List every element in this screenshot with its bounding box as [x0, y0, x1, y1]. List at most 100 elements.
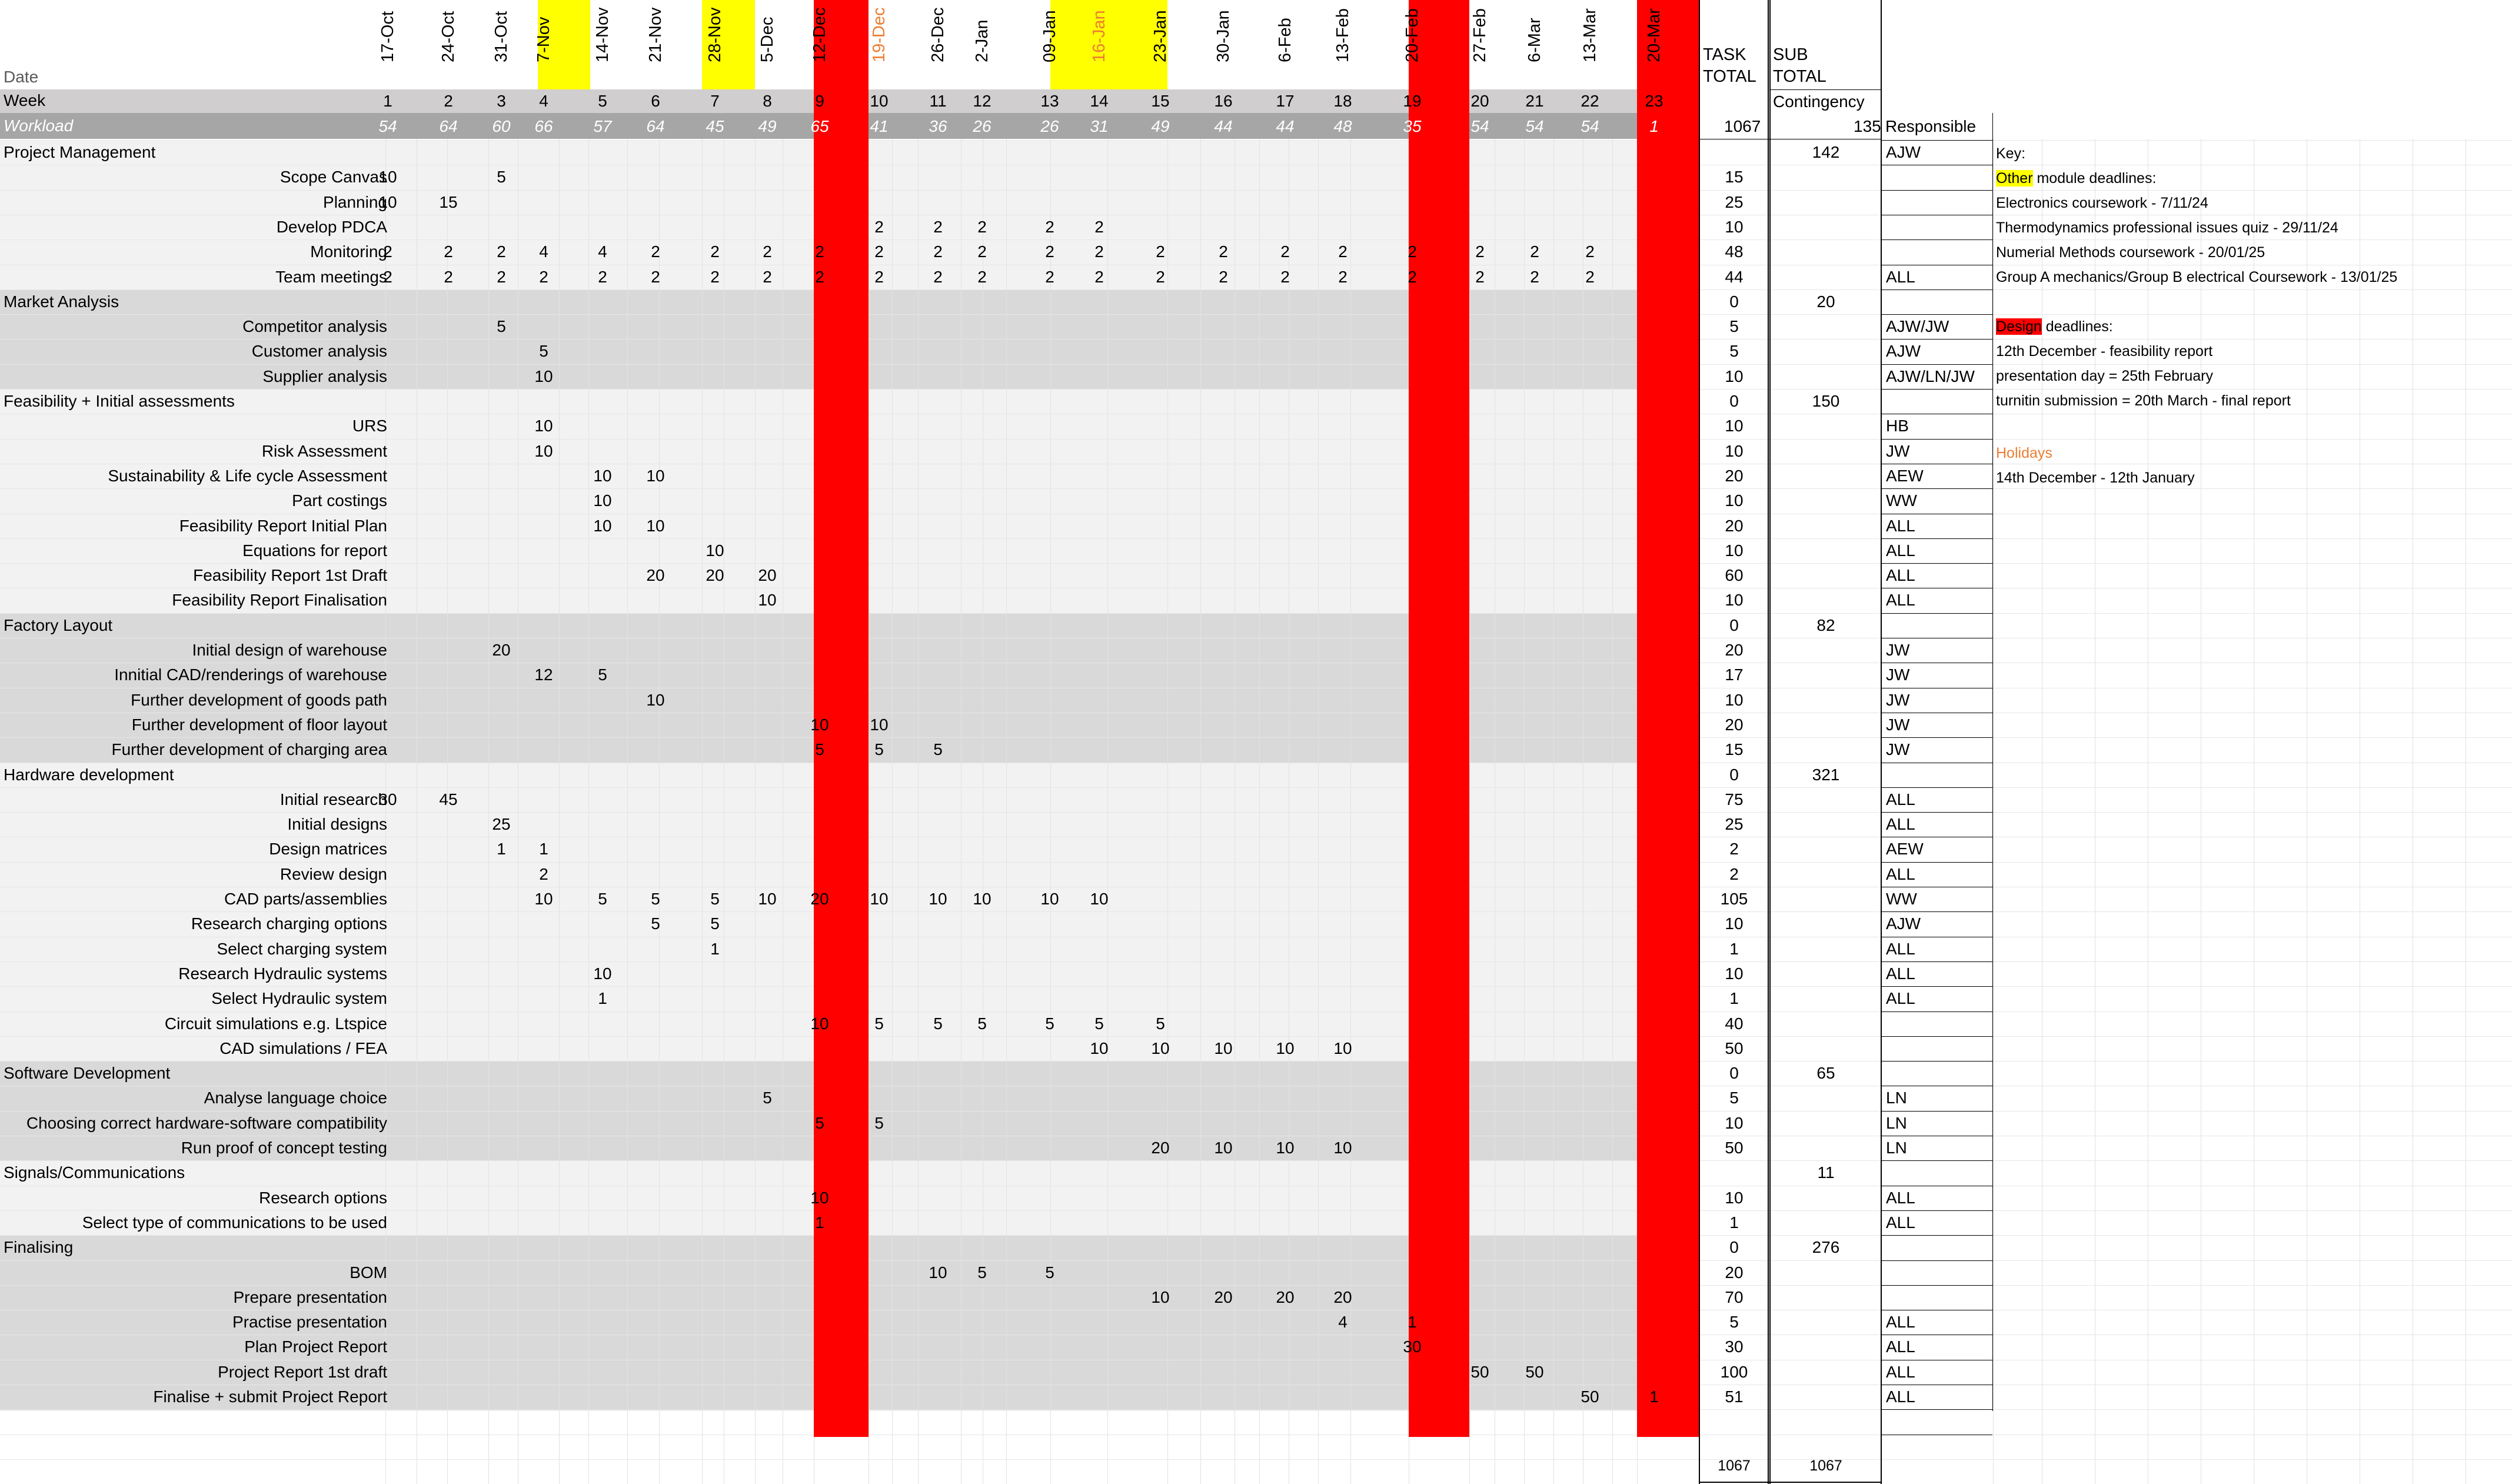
responsible-cell[interactable] — [1884, 763, 1993, 787]
task-total-cell[interactable]: 20 — [1701, 638, 1768, 663]
hours-cell[interactable]: 10 — [1258, 1036, 1313, 1061]
responsible-cell[interactable]: LN — [1884, 1086, 1993, 1110]
hours-cell[interactable]: 2 — [740, 265, 795, 290]
hours-cell[interactable]: 5 — [517, 339, 571, 364]
hours-cell[interactable]: 5 — [852, 1011, 907, 1036]
hours-cell[interactable]: 12 — [517, 663, 571, 687]
hours-cell[interactable]: 10 — [1196, 1136, 1251, 1160]
hours-cell[interactable]: 2 — [740, 239, 795, 264]
hours-cell[interactable]: 5 — [955, 1260, 1010, 1285]
hours-cell[interactable]: 5 — [740, 1086, 795, 1110]
task-total-cell[interactable]: 10 — [1701, 538, 1768, 563]
responsible-cell[interactable] — [1884, 1285, 1993, 1310]
hours-cell[interactable]: 10 — [628, 688, 683, 713]
hours-cell[interactable]: 5 — [575, 887, 630, 911]
hours-cell[interactable]: 2 — [1508, 265, 1562, 290]
responsible-cell[interactable] — [1884, 190, 1993, 215]
hours-cell[interactable]: 4 — [575, 239, 630, 264]
hours-cell[interactable]: 1 — [793, 1210, 847, 1235]
responsible-cell[interactable]: JW — [1884, 663, 1993, 687]
hours-cell[interactable]: 1 — [1627, 1385, 1682, 1409]
hours-cell[interactable]: 2 — [852, 239, 907, 264]
task-total-cell[interactable]: 51 — [1701, 1385, 1768, 1409]
responsible-cell[interactable] — [1884, 165, 1993, 189]
hours-cell[interactable]: 10 — [575, 464, 630, 488]
task-total-cell[interactable]: 2 — [1701, 837, 1768, 861]
hours-cell[interactable]: 5 — [793, 737, 847, 762]
hours-cell[interactable]: 2 — [575, 265, 630, 290]
task-total-cell[interactable]: 10 — [1701, 961, 1768, 986]
responsible-cell[interactable]: JW — [1884, 713, 1993, 737]
hours-cell[interactable]: 2 — [1316, 239, 1370, 264]
hours-cell[interactable]: 10 — [517, 364, 571, 389]
responsible-cell[interactable]: ALL — [1884, 588, 1993, 613]
responsible-cell[interactable]: ALL — [1884, 1186, 1993, 1210]
responsible-cell[interactable]: AJW — [1884, 911, 1993, 936]
hours-cell[interactable]: 10 — [793, 1011, 847, 1036]
sub-total-cell[interactable]: 142 — [1771, 140, 1881, 165]
responsible-cell[interactable] — [1884, 1235, 1993, 1260]
responsible-cell[interactable]: ALL — [1884, 1310, 1993, 1335]
task-total-cell[interactable]: 70 — [1701, 1285, 1768, 1310]
hours-cell[interactable]: 10 — [793, 713, 847, 737]
hours-cell[interactable]: 20 — [793, 887, 847, 911]
hours-cell[interactable]: 2 — [1072, 265, 1127, 290]
task-total-cell[interactable]: 100 — [1701, 1360, 1768, 1385]
hours-cell[interactable]: 20 — [628, 563, 683, 588]
hours-cell[interactable]: 10 — [1133, 1285, 1188, 1310]
hours-cell[interactable]: 45 — [421, 787, 476, 812]
hours-cell[interactable]: 2 — [955, 215, 1010, 239]
hours-cell[interactable]: 1 — [575, 986, 630, 1011]
responsible-cell[interactable] — [1884, 613, 1993, 638]
hours-cell[interactable]: 2 — [955, 265, 1010, 290]
responsible-cell[interactable]: JW — [1884, 688, 1993, 713]
responsible-cell[interactable]: ALL — [1884, 1210, 1993, 1235]
task-total-cell[interactable]: 10 — [1701, 215, 1768, 239]
responsible-cell[interactable]: AJW/JW — [1884, 314, 1993, 339]
responsible-cell[interactable]: ALL — [1884, 862, 1993, 887]
hours-cell[interactable]: 10 — [852, 713, 907, 737]
hours-cell[interactable]: 2 — [517, 862, 571, 887]
hours-cell[interactable]: 20 — [1133, 1136, 1188, 1160]
hours-cell[interactable]: 50 — [1508, 1360, 1562, 1385]
hours-cell[interactable]: 10 — [517, 414, 571, 438]
hours-cell[interactable]: 4 — [1316, 1310, 1370, 1335]
hours-cell[interactable]: 2 — [793, 265, 847, 290]
hours-cell[interactable]: 2 — [688, 265, 743, 290]
hours-cell[interactable]: 5 — [852, 1111, 907, 1136]
spreadsheet-grid[interactable]: Date Week Workload TASK TOTAL SUB TOTAL … — [0, 0, 2512, 1484]
hours-cell[interactable]: 25 — [474, 812, 529, 837]
hours-cell[interactable]: 10 — [1316, 1036, 1370, 1061]
hours-cell[interactable]: 2 — [1453, 239, 1508, 264]
hours-cell[interactable]: 2 — [1023, 265, 1077, 290]
responsible-cell[interactable]: ALL — [1884, 812, 1993, 837]
task-total-cell[interactable]: 10 — [1701, 688, 1768, 713]
task-total-cell[interactable]: 48 — [1701, 239, 1768, 264]
hours-cell[interactable]: 5 — [793, 1111, 847, 1136]
hours-cell[interactable]: 20 — [1316, 1285, 1370, 1310]
responsible-cell[interactable]: JW — [1884, 737, 1993, 762]
hours-cell[interactable]: 1 — [1385, 1310, 1440, 1335]
task-total-cell[interactable] — [1701, 140, 1768, 165]
hours-cell[interactable]: 10 — [517, 439, 571, 464]
hours-cell[interactable]: 15 — [421, 190, 476, 215]
hours-cell[interactable]: 50 — [1453, 1360, 1508, 1385]
responsible-cell[interactable]: ALL — [1884, 538, 1993, 563]
hours-cell[interactable]: 10 — [955, 887, 1010, 911]
hours-cell[interactable]: 20 — [1196, 1285, 1251, 1310]
sub-total-cell[interactable]: 82 — [1771, 613, 1881, 638]
task-total-cell[interactable]: 20 — [1701, 464, 1768, 488]
hours-cell[interactable]: 2 — [955, 239, 1010, 264]
hours-cell[interactable]: 1 — [688, 937, 743, 961]
task-total-cell[interactable]: 10 — [1701, 488, 1768, 513]
hours-cell[interactable]: 10 — [1196, 1036, 1251, 1061]
sub-total-cell[interactable]: 321 — [1771, 763, 1881, 787]
responsible-cell[interactable] — [1884, 1011, 1993, 1036]
hours-cell[interactable]: 20 — [740, 563, 795, 588]
responsible-cell[interactable] — [1884, 389, 1993, 414]
hours-cell[interactable]: 10 — [628, 464, 683, 488]
hours-cell[interactable]: 2 — [1385, 239, 1440, 264]
hours-cell[interactable]: 20 — [688, 563, 743, 588]
hours-cell[interactable]: 10 — [688, 538, 743, 563]
task-total-cell[interactable]: 10 — [1701, 911, 1768, 936]
